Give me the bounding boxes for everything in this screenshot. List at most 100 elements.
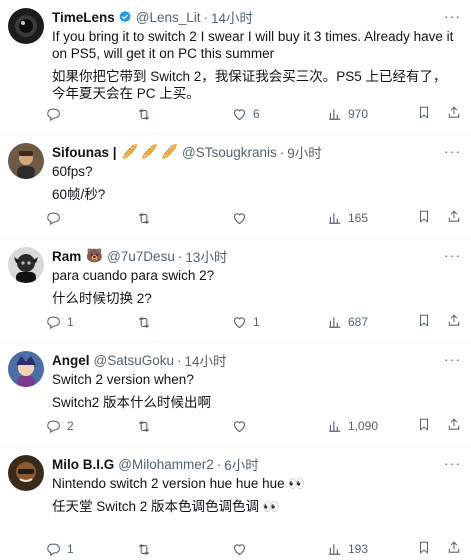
action-bar: 165	[46, 200, 461, 236]
reply-button[interactable]	[46, 107, 136, 122]
handle[interactable]: @SatsuGoku	[94, 353, 175, 368]
display-name[interactable]: TimeLens	[52, 10, 115, 25]
timestamp[interactable]: 9小时	[287, 143, 322, 161]
views-button[interactable]: 1,090	[328, 419, 410, 433]
tweet-text: Switch 2 version when?	[52, 372, 194, 387]
avatar[interactable]	[8, 247, 44, 283]
like-icon	[232, 315, 247, 330]
more-icon[interactable]: ···	[444, 247, 461, 263]
avatar[interactable]	[8, 143, 44, 179]
like-count: 6	[253, 107, 260, 121]
share-icon[interactable]	[447, 540, 461, 558]
views-button[interactable]: 165	[328, 211, 410, 225]
tweet-header: Milo B.I.G @Milohammer2 · 6小时	[52, 455, 461, 474]
share-icon[interactable]	[447, 209, 461, 227]
action-bar: 6 970	[46, 96, 461, 132]
tweet-text: 60fps?	[52, 164, 93, 179]
handle[interactable]: @Milohammer2	[118, 457, 213, 472]
bookmark-icon[interactable]	[417, 209, 431, 227]
separator: ·	[177, 248, 183, 264]
more-icon[interactable]: ···	[444, 143, 461, 159]
bookmark-icon[interactable]	[417, 540, 431, 558]
tweet-header: Angel @SatsuGoku · 14小时	[52, 351, 461, 370]
views-icon	[328, 315, 342, 329]
views-count: 165	[348, 211, 369, 225]
views-button[interactable]: 970	[328, 107, 410, 121]
views-icon	[328, 211, 342, 225]
like-count: 1	[253, 315, 260, 329]
name-emojis: 🥖 🥖 🥖	[122, 144, 178, 160]
retweet-button[interactable]	[136, 107, 232, 122]
reply-button[interactable]: 1	[46, 315, 136, 330]
like-icon	[232, 211, 247, 226]
retweet-icon	[136, 419, 152, 434]
baguette-icon: 🥖	[141, 144, 159, 159]
display-name[interactable]: Sifounas |	[52, 145, 117, 160]
avatar[interactable]	[8, 351, 44, 387]
retweet-icon	[136, 315, 152, 330]
reply-count: 1	[67, 542, 74, 556]
reply-button[interactable]: 1	[46, 542, 136, 557]
display-name[interactable]: Milo B.I.G	[52, 457, 114, 472]
display-name[interactable]: Ram	[52, 249, 81, 264]
bookmark-icon[interactable]	[417, 105, 431, 123]
display-name[interactable]: Angel	[52, 353, 90, 368]
baguette-icon: 🥖	[121, 144, 139, 159]
reply-icon	[46, 542, 61, 557]
baguette-icon: 🥖	[161, 144, 178, 159]
tweet-translation: 任天堂 Switch 2 版本色调色调色调 👀	[52, 499, 280, 514]
handle[interactable]: @STsougkranis	[182, 145, 277, 160]
tweet[interactable]: Ram 🐻 @7u7Desu · 13小时 ··· para cuando pa…	[0, 239, 471, 343]
tweet[interactable]: Milo B.I.G @Milohammer2 · 6小时 ··· Ninten…	[0, 447, 471, 560]
tweet-text: Nintendo switch 2 version hue hue hue 👀	[52, 476, 306, 491]
retweet-icon	[136, 211, 152, 226]
tweet[interactable]: Angel @SatsuGoku · 14小时 ··· Switch 2 ver…	[0, 343, 471, 447]
share-icon[interactable]	[447, 105, 461, 123]
views-button[interactable]: 193	[328, 542, 410, 556]
retweet-button[interactable]	[136, 542, 232, 557]
like-button[interactable]	[232, 542, 328, 557]
separator: ·	[279, 144, 285, 160]
timestamp[interactable]: 6小时	[224, 455, 259, 473]
like-button[interactable]	[232, 419, 328, 434]
tweet[interactable]: Sifounas | 🥖 🥖 🥖 @STsougkranis · 9小时 ···…	[0, 135, 471, 239]
retweet-button[interactable]	[136, 211, 232, 226]
like-button[interactable]: 1	[232, 315, 328, 330]
retweet-button[interactable]	[136, 315, 232, 330]
separator: ·	[177, 352, 182, 368]
views-icon	[328, 542, 342, 556]
tweet-header: TimeLens @Lens_Lit · 14小时	[52, 8, 461, 27]
share-icon[interactable]	[447, 313, 461, 331]
reply-count: 2	[67, 419, 74, 433]
timestamp[interactable]: 14小时	[185, 351, 227, 369]
views-button[interactable]: 687	[328, 315, 410, 329]
like-icon	[232, 542, 247, 557]
bookmark-icon[interactable]	[417, 417, 431, 435]
retweet-icon	[136, 107, 152, 122]
action-bar: 1 1 687	[46, 304, 461, 340]
reply-count: 1	[67, 315, 74, 329]
tweet[interactable]: TimeLens @Lens_Lit · 14小时 ··· If you bri…	[0, 0, 471, 135]
tweet-header: Sifounas | 🥖 🥖 🥖 @STsougkranis · 9小时	[52, 143, 461, 161]
more-icon[interactable]: ···	[444, 455, 461, 471]
avatar[interactable]	[8, 455, 44, 491]
like-icon	[232, 107, 247, 122]
separator: ·	[203, 9, 209, 25]
timestamp[interactable]: 14小时	[211, 8, 253, 26]
reply-icon	[46, 211, 61, 226]
like-button[interactable]	[232, 211, 328, 226]
bookmark-icon[interactable]	[417, 313, 431, 331]
action-bar-right	[417, 540, 461, 558]
like-button[interactable]: 6	[232, 107, 328, 122]
handle[interactable]: @Lens_Lit	[136, 10, 201, 25]
reply-button[interactable]	[46, 211, 136, 226]
more-icon[interactable]: ···	[444, 351, 461, 367]
views-count: 1,090	[348, 419, 379, 433]
retweet-button[interactable]	[136, 419, 232, 434]
timestamp[interactable]: 13小时	[185, 247, 227, 265]
reply-button[interactable]: 2	[46, 419, 136, 434]
avatar[interactable]	[8, 8, 44, 44]
handle[interactable]: @7u7Desu	[107, 249, 175, 264]
more-icon[interactable]: ···	[444, 8, 461, 24]
share-icon[interactable]	[447, 417, 461, 435]
